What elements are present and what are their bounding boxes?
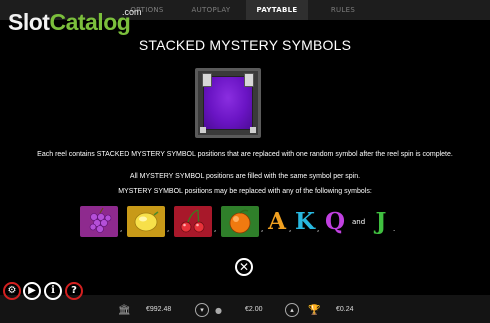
watermark-logo: SlotCatalog bbox=[8, 9, 131, 35]
separator: , bbox=[261, 225, 264, 233]
paragraph-3: MYSTERY SYMBOL positions may be replaced… bbox=[118, 188, 372, 195]
play-icon: ▶ bbox=[28, 285, 36, 296]
mystery-symbol-icon bbox=[195, 68, 261, 138]
letter-j-symbol: J bbox=[375, 208, 387, 235]
letter-q-symbol: Q bbox=[325, 208, 346, 235]
grapes-icon bbox=[80, 206, 118, 237]
trophy-icon: 🏆 bbox=[308, 305, 321, 316]
paragraph-1: Each reel contains STACKED MYSTERY SYMBO… bbox=[37, 151, 453, 158]
end-period: . bbox=[393, 225, 396, 233]
separator: , bbox=[289, 225, 292, 233]
paragraph-2: All MYSTERY SYMBOL positions are filled … bbox=[129, 173, 361, 180]
close-icon: ✕ bbox=[238, 260, 250, 274]
chevron-down-icon: ▾ bbox=[200, 306, 204, 314]
lemon-icon bbox=[127, 206, 165, 237]
bank-icon: 🏛 bbox=[118, 305, 131, 316]
settings-button[interactable]: ⚙ bbox=[3, 282, 21, 300]
bet-increase-button[interactable]: ▴ bbox=[285, 303, 299, 317]
win-value: €0.24 bbox=[336, 306, 354, 313]
cherries-icon bbox=[174, 206, 212, 237]
letter-k-symbol: K bbox=[295, 208, 315, 235]
separator: , bbox=[167, 225, 170, 233]
and-text: and bbox=[352, 218, 366, 226]
orange-icon bbox=[221, 206, 259, 237]
help-button[interactable]: ? bbox=[65, 282, 83, 300]
letter-a-symbol: A bbox=[268, 208, 286, 235]
question-icon: ? bbox=[71, 285, 77, 296]
gear-icon: ⚙ bbox=[7, 285, 17, 296]
bet-value: €2.00 bbox=[245, 306, 263, 313]
tab-rules[interactable]: RULES bbox=[312, 0, 374, 20]
separator: , bbox=[120, 225, 123, 233]
info-button[interactable]: i bbox=[44, 282, 62, 300]
separator: , bbox=[214, 225, 217, 233]
tab-autoplay[interactable]: AUTOPLAY bbox=[180, 0, 242, 20]
info-icon: i bbox=[51, 285, 55, 296]
separator: , bbox=[317, 225, 320, 233]
close-button[interactable]: ✕ bbox=[235, 258, 253, 276]
autoplay-button[interactable]: ▶ bbox=[23, 282, 41, 300]
watermark-suffix: .com bbox=[122, 7, 142, 17]
paytable-title: STACKED MYSTERY SYMBOLS bbox=[138, 37, 352, 53]
coins-icon: ● bbox=[215, 306, 222, 315]
chevron-up-icon: ▴ bbox=[290, 306, 294, 314]
bet-decrease-button[interactable]: ▾ bbox=[195, 303, 209, 317]
balance-value: €992.48 bbox=[146, 306, 172, 313]
tab-paytable[interactable]: PAYTABLE bbox=[246, 0, 308, 20]
